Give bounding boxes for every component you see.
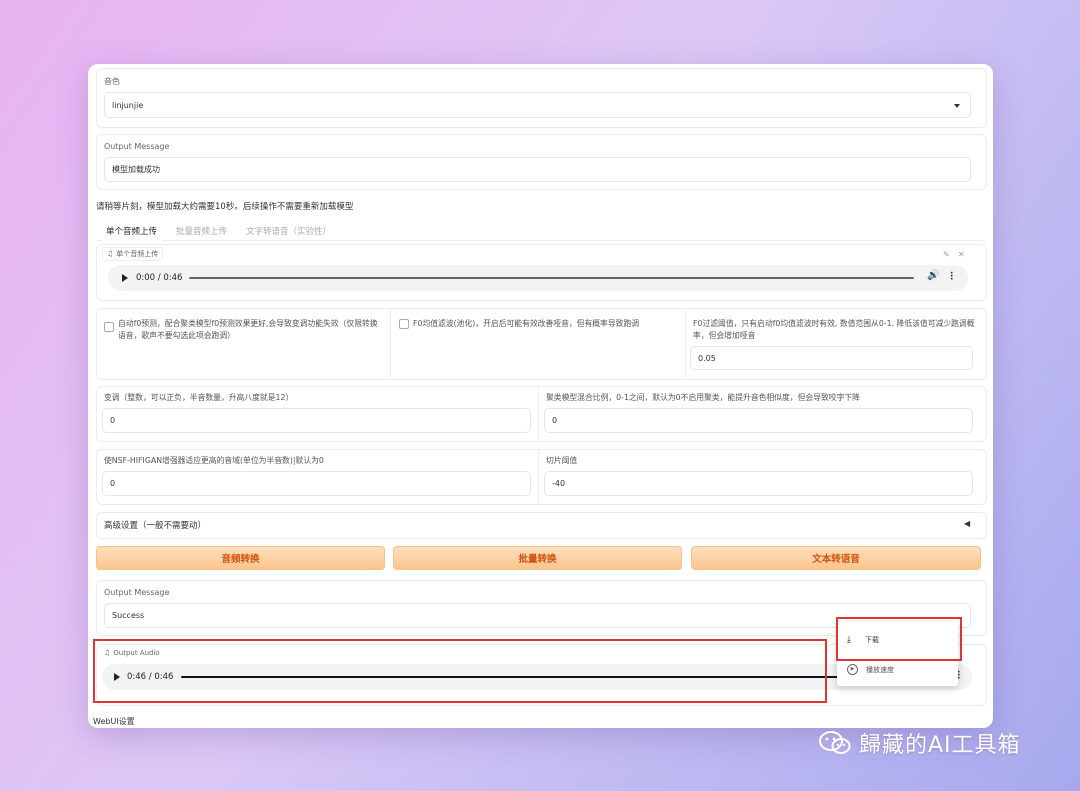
f0-threshold-input[interactable]: 0.05 [690, 346, 973, 370]
upload-audio-time: 0:00 / 0:46 [136, 273, 183, 283]
watermark-text: 歸藏的AI工具箱 [859, 733, 1021, 758]
upload-audio-progress[interactable] [189, 277, 914, 279]
options-divider-2 [685, 308, 686, 378]
wechat-logo-icon [819, 731, 851, 754]
transpose-divider [538, 386, 539, 440]
slice-db-label: 切片阈值 [546, 456, 578, 465]
f0-filter-label: F0均值滤波(池化)，开启后可能有效改善哑音，但有概率导致跑调 [413, 319, 640, 328]
advanced-settings-accordion[interactable] [96, 512, 987, 539]
tab-active-indicator [102, 239, 162, 241]
playback-speed-label: 播放速度 [866, 665, 894, 674]
notice-text: 请稍等片刻，模型加载大约需要10秒。后续操作不需要重新加载模型 [96, 202, 354, 212]
auto-f0-label: 自动f0预测，配合聚类模型f0预测效果更好,会导致变调功能失效（仅限转换语音，歌… [118, 319, 378, 340]
tab-tts[interactable]: 文字转语音（实验性） [246, 225, 331, 237]
nsf-range-input[interactable]: 0 [102, 471, 531, 496]
playback-speed-icon: ▶ [847, 664, 858, 675]
watermark: 歸藏的AI工具箱 [819, 727, 1021, 759]
cluster-ratio-input[interactable]: 0 [544, 408, 973, 433]
nsf-divider [538, 449, 539, 503]
transpose-input[interactable]: 0 [102, 408, 531, 433]
output-message-top-label: Output Message [104, 142, 170, 151]
play-icon[interactable] [122, 274, 128, 282]
output-audio-highlight-box [93, 639, 827, 703]
auto-f0-checkbox[interactable] [104, 322, 114, 332]
playback-speed-menu-item[interactable]: ▶ 播放速度 [847, 664, 894, 675]
webui-settings-footer[interactable]: WebUI设置 [93, 716, 135, 727]
f0-filter-checkbox[interactable] [399, 319, 409, 329]
batch-convert-button[interactable]: 批量转换 [393, 546, 682, 570]
output-message-top-field[interactable]: 模型加载成功 [104, 157, 971, 182]
cluster-ratio-label: 聚类模型混合比例，0-1之间，默认为0不启用聚类，能提升音色相似度，但会导致咬字… [546, 393, 860, 402]
audio-convert-button[interactable]: 音频转换 [96, 546, 385, 570]
tts-button[interactable]: 文本转语音 [691, 546, 981, 570]
music-note-icon: ♫ [107, 250, 114, 258]
download-highlight-box [836, 617, 962, 661]
upload-audio-label: 单个音频上传 [116, 250, 159, 258]
slice-db-input[interactable]: -40 [544, 471, 973, 496]
upload-more-icon[interactable]: · · · [950, 270, 953, 285]
volume-icon[interactable]: 🔊 [927, 270, 939, 281]
voice-dropdown[interactable]: linjunjie [104, 92, 971, 118]
nsf-range-label: 使NSF-HIFIGAN增强器适应更高的音域(单位为半音数)|默认为0 [104, 456, 324, 465]
transpose-label: 变调（整数，可以正负，半音数量，升高八度就是12） [104, 393, 294, 402]
collapse-arrow-icon[interactable]: ◀ [964, 519, 970, 528]
tab-underline [96, 240, 985, 241]
dropdown-caret-icon [954, 104, 960, 108]
close-icon[interactable]: ✕ [958, 250, 965, 259]
tab-batch-upload[interactable]: 批量音频上传 [176, 225, 227, 237]
voice-label: 音色 [104, 77, 120, 86]
output-message-bottom-label: Output Message [104, 588, 170, 597]
advanced-settings-label: 高级设置（一般不需要动） [104, 521, 207, 531]
tab-single-upload[interactable]: 单个音频上传 [106, 225, 157, 237]
edit-icon[interactable]: ✎ [943, 250, 950, 259]
f0-threshold-label: F0过滤阈值，只有启动f0均值滤波时有效, 数值范围从0-1. 降低该值可减少跑… [693, 319, 975, 340]
voice-selected: linjunjie [112, 100, 144, 110]
options-divider-1 [390, 308, 391, 378]
upload-audio-label-chip: ♫ 单个音频上传 [102, 247, 164, 261]
